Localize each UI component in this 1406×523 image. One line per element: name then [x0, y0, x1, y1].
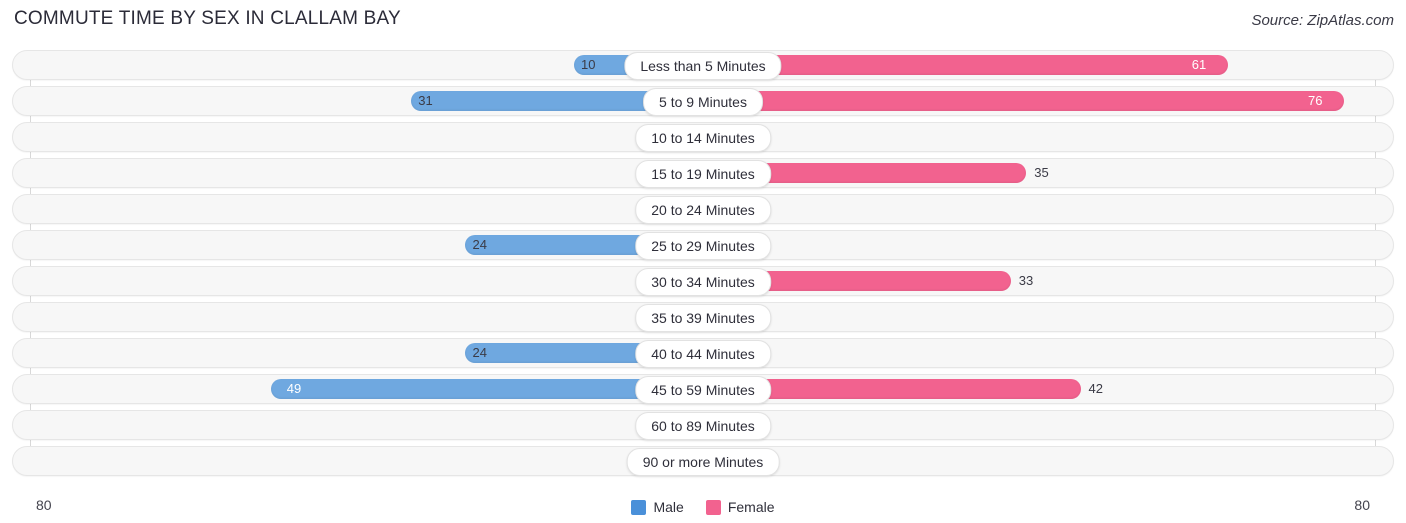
category-label: 5 to 9 Minutes: [643, 88, 763, 116]
category-label: 45 to 59 Minutes: [635, 376, 771, 404]
table-row[interactable]: 0020 to 24 Minutes: [12, 194, 1394, 224]
category-label: 20 to 24 Minutes: [635, 196, 771, 224]
bar-value-female: 42: [1088, 381, 1103, 396]
commute-time-chart: COMMUTE TIME BY SEX IN CLALLAM BAY Sourc…: [0, 0, 1406, 523]
table-row[interactable]: 0090 or more Minutes: [12, 446, 1394, 476]
table-row[interactable]: 49 42 45 to 59 Minutes: [12, 374, 1394, 404]
table-row[interactable]: 0010 to 14 Minutes: [12, 122, 1394, 152]
chart-legend: Male Female: [0, 499, 1406, 515]
bar-value-male: 31: [418, 93, 433, 108]
bar-value-male: 10: [581, 57, 596, 72]
row-inner: 31 76 5 to 9 Minutes: [13, 87, 1393, 116]
row-inner: 24025 to 29 Minutes: [13, 231, 1393, 260]
bar-female[interactable]: [703, 91, 1344, 111]
table-row[interactable]: 03330 to 34 Minutes: [12, 266, 1394, 296]
bar-value-female: 61: [1191, 57, 1207, 72]
category-label: 30 to 34 Minutes: [635, 268, 771, 296]
category-label: 10 to 14 Minutes: [635, 124, 771, 152]
legend-item-male[interactable]: Male: [631, 499, 684, 515]
table-row[interactable]: 24025 to 29 Minutes: [12, 230, 1394, 260]
category-label: 35 to 39 Minutes: [635, 304, 771, 332]
row-inner: 10 61 Less than 5 Minutes: [13, 51, 1393, 80]
table-row[interactable]: 0035 to 39 Minutes: [12, 302, 1394, 332]
row-inner: 24040 to 44 Minutes: [13, 339, 1393, 368]
legend-swatch-icon: [705, 499, 721, 515]
row-inner: 0020 to 24 Minutes: [13, 195, 1393, 224]
bar-value-male: 24: [472, 237, 487, 252]
row-inner: 03330 to 34 Minutes: [13, 267, 1393, 296]
legend-item-female[interactable]: Female: [705, 499, 775, 515]
bar-female[interactable]: [703, 55, 1228, 75]
table-row[interactable]: 10 61 Less than 5 Minutes: [12, 50, 1394, 80]
bar-value-female: 76: [1308, 93, 1323, 108]
table-row[interactable]: 03515 to 19 Minutes: [12, 158, 1394, 188]
bar-rows: 10 61 Less than 5 Minutes 31 76 5 to 9 Minute…: [12, 50, 1394, 482]
source-attribution: Source: ZipAtlas.com: [1251, 12, 1394, 29]
row-inner: 0060 to 89 Minutes: [13, 411, 1393, 440]
bar-value-female: 35: [1034, 165, 1049, 180]
plot-area: 10 61 Less than 5 Minutes 31 76 5 to 9 Minute…: [0, 50, 1406, 485]
category-label: 90 or more Minutes: [626, 448, 780, 476]
row-inner: 0010 to 14 Minutes: [13, 123, 1393, 152]
table-row[interactable]: 31 76 5 to 9 Minutes: [12, 86, 1394, 116]
table-row[interactable]: 24040 to 44 Minutes: [12, 338, 1394, 368]
bar-value-male: 24: [472, 345, 487, 360]
bar-value-male: 49: [286, 381, 302, 396]
category-label: 40 to 44 Minutes: [635, 340, 771, 368]
row-inner: 0035 to 39 Minutes: [13, 303, 1393, 332]
page-title: COMMUTE TIME BY SEX IN CLALLAM BAY: [14, 8, 401, 29]
category-label: Less than 5 Minutes: [624, 52, 782, 80]
legend-swatch-icon: [631, 499, 647, 515]
category-label: 15 to 19 Minutes: [635, 160, 771, 188]
category-label: 25 to 29 Minutes: [635, 232, 771, 260]
bar-value-female: 33: [1018, 273, 1034, 288]
category-label: 60 to 89 Minutes: [635, 412, 771, 440]
legend-label: Female: [727, 499, 775, 515]
row-inner: 0090 or more Minutes: [13, 447, 1393, 476]
legend-label: Male: [653, 499, 684, 515]
row-inner: 03515 to 19 Minutes: [13, 159, 1393, 188]
row-inner: 49 42 45 to 59 Minutes: [13, 375, 1393, 404]
table-row[interactable]: 0060 to 89 Minutes: [12, 410, 1394, 440]
